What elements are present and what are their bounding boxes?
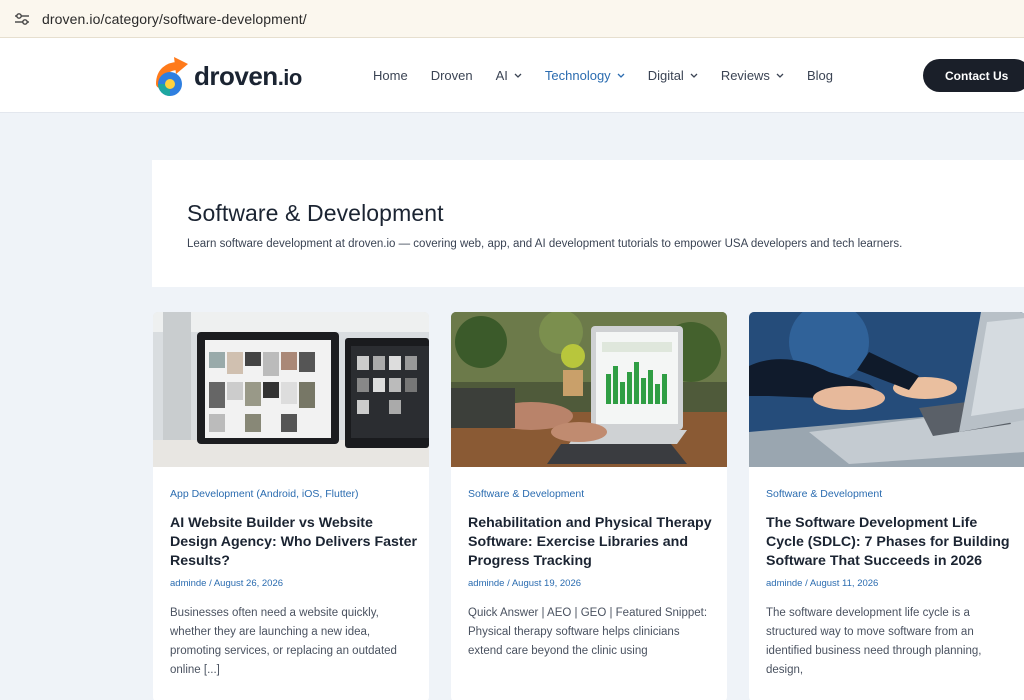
logo-text: droven.io (194, 60, 302, 91)
post-card[interactable]: Software & Development Rehabilitation an… (451, 312, 727, 700)
site-header: droven.io Home Droven AI Technology Digi… (0, 38, 1024, 113)
nav-item-home[interactable]: Home (373, 68, 408, 83)
post-title[interactable]: The Software Development Life Cycle (SDL… (766, 514, 1016, 571)
main-nav: Home Droven AI Technology Digital Review… (373, 38, 856, 113)
page-title: Software & Development (187, 200, 444, 226)
nav-item-blog[interactable]: Blog (807, 68, 833, 83)
nav-item-digital[interactable]: Digital (648, 68, 698, 83)
contact-us-button[interactable]: Contact Us (923, 59, 1024, 92)
chevron-down-icon (514, 73, 522, 78)
post-meta[interactable]: adminde / August 11, 2026 (766, 578, 878, 589)
nav-item-ai[interactable]: AI (496, 68, 522, 83)
post-card[interactable]: App Development (Android, iOS, Flutter) … (153, 312, 429, 700)
post-excerpt: Quick Answer | AEO | GEO | Featured Snip… (468, 607, 708, 657)
droven-logo-icon (156, 57, 188, 96)
post-thumbnail[interactable] (451, 312, 727, 467)
post-category[interactable]: Software & Development (468, 488, 584, 500)
category-header: Software & Development Learn software de… (152, 160, 1024, 287)
category-description: Learn software development at droven.io … (187, 238, 903, 250)
nav-item-droven[interactable]: Droven (431, 68, 473, 83)
chevron-down-icon (776, 73, 784, 78)
url-text[interactable]: droven.io/category/software-development/ (42, 11, 307, 27)
nav-item-reviews[interactable]: Reviews (721, 68, 784, 83)
post-thumbnail[interactable] (153, 312, 429, 467)
post-excerpt: Businesses often need a website quickly,… (170, 607, 397, 676)
chevron-down-icon (690, 73, 698, 78)
post-excerpt: The software development life cycle is a… (766, 607, 982, 676)
post-card[interactable]: Software & Development The Software Deve… (749, 312, 1024, 700)
post-category[interactable]: Software & Development (766, 488, 882, 500)
post-category[interactable]: App Development (Android, iOS, Flutter) (170, 488, 359, 500)
tune-icon[interactable] (12, 9, 32, 29)
browser-address-bar[interactable]: droven.io/category/software-development/ (0, 0, 1024, 38)
post-title[interactable]: Rehabilitation and Physical Therapy Soft… (468, 514, 718, 571)
nav-item-technology[interactable]: Technology (545, 68, 625, 83)
post-title[interactable]: AI Website Builder vs Website Design Age… (170, 514, 420, 571)
post-meta[interactable]: adminde / August 26, 2026 (170, 578, 283, 589)
chevron-down-icon (617, 73, 625, 78)
post-meta[interactable]: adminde / August 19, 2026 (468, 578, 581, 589)
post-thumbnail[interactable] (749, 312, 1024, 467)
site-logo[interactable]: droven.io (154, 54, 302, 98)
